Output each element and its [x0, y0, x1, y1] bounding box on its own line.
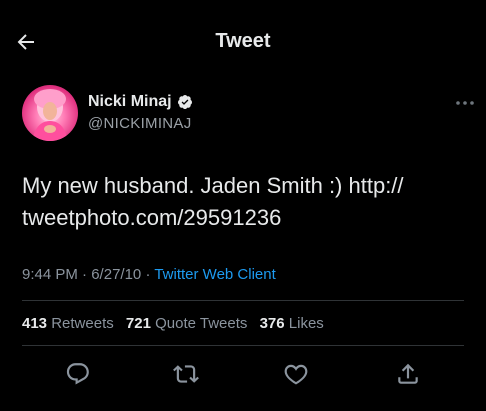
- share-icon: [398, 363, 418, 384]
- tweet-meta: 9:44 PM · 6/27/10 · Twitter Web Client: [22, 266, 276, 283]
- top-bar: Tweet: [0, 0, 486, 80]
- heart-icon: [284, 364, 308, 385]
- likes-label: Likes: [288, 315, 324, 332]
- avatar-image: [32, 89, 68, 141]
- more-horizontal-icon: [456, 101, 474, 105]
- retweet-button[interactable]: [170, 358, 202, 390]
- tweet-author: Nicki Minaj @NICKIMINAJ: [22, 85, 474, 145]
- tweet-text-line-1: My new husband. Jaden Smith :) http://: [22, 173, 404, 198]
- likes-stat[interactable]: 376 Likes: [260, 315, 324, 332]
- meta-separator: ·: [145, 266, 151, 283]
- retweets-label: Retweets: [51, 315, 114, 332]
- retweet-icon: [173, 365, 199, 383]
- like-button[interactable]: [280, 358, 312, 390]
- reply-icon: [66, 363, 89, 385]
- tweet-stats: 413 Retweets 721 Quote Tweets 376 Likes: [22, 315, 332, 332]
- tweet-date[interactable]: 6/27/10: [91, 266, 141, 283]
- tweet-link[interactable]: tweetphoto.com/29591236: [22, 202, 472, 234]
- quote-tweets-stat[interactable]: 721 Quote Tweets: [126, 315, 247, 332]
- share-button[interactable]: [392, 358, 424, 390]
- tweet-time[interactable]: 9:44 PM: [22, 266, 78, 283]
- tweet-source[interactable]: Twitter Web Client: [154, 266, 275, 283]
- more-options-button[interactable]: [450, 93, 480, 113]
- page-title: Tweet: [215, 30, 271, 52]
- meta-separator: ·: [82, 266, 88, 283]
- divider: [22, 300, 464, 301]
- user-handle[interactable]: @NICKIMINAJ: [88, 115, 192, 132]
- verified-badge-icon: [177, 95, 192, 110]
- display-name[interactable]: Nicki Minaj: [88, 93, 172, 111]
- avatar[interactable]: [22, 85, 78, 141]
- retweets-stat[interactable]: 413 Retweets: [22, 315, 114, 332]
- divider: [22, 345, 464, 346]
- display-name-row: Nicki Minaj: [88, 93, 193, 111]
- likes-count: 376: [259, 315, 285, 332]
- reply-button[interactable]: [62, 358, 94, 390]
- tweet-actions: [0, 358, 486, 390]
- quotes-label: Quote Tweets: [155, 315, 248, 332]
- retweets-count: 413: [22, 315, 48, 332]
- quotes-count: 721: [125, 315, 151, 332]
- tweet-text: My new husband. Jaden Smith :) http:// t…: [22, 170, 472, 234]
